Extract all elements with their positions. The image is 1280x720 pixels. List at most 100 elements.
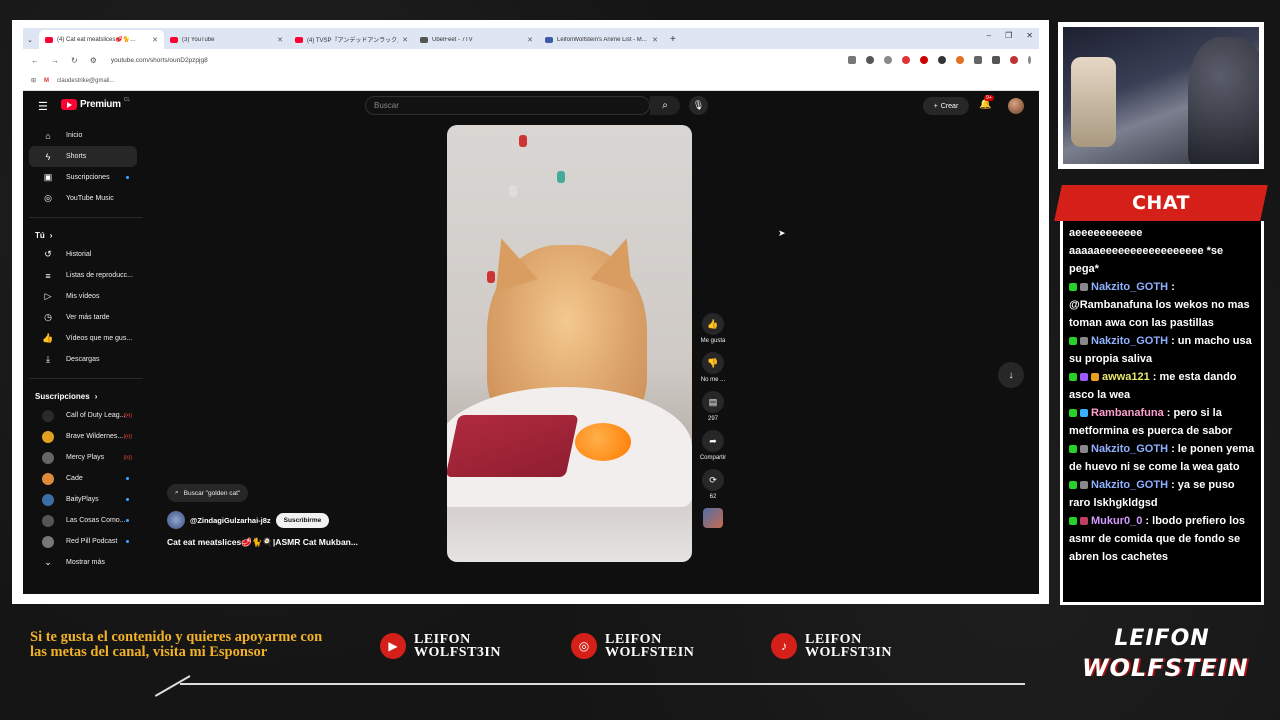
chat-username[interactable]: Nakzito_GOTH xyxy=(1091,335,1168,347)
chat-username[interactable]: Mukur0_0 xyxy=(1091,515,1142,527)
short-video-player[interactable] xyxy=(447,125,692,562)
tab-close-icon[interactable]: ✕ xyxy=(652,36,658,44)
extension-icon[interactable] xyxy=(956,56,964,64)
sidebar-item-you[interactable]: 👍 Vídeos que me gus... xyxy=(29,328,137,349)
subscription-item[interactable]: Cade xyxy=(29,468,137,489)
browser-tab[interactable]: LeifonWolfstein's Anime List - M... ✕ xyxy=(539,30,664,49)
extension-icon[interactable] xyxy=(938,56,946,64)
chat-badge-icon xyxy=(1080,445,1088,453)
extension-icon[interactable] xyxy=(902,56,910,64)
short-title[interactable]: Cat eat meatslices🥩🐈🍳|ASMR Cat Mukban... xyxy=(167,537,417,548)
extension-icon[interactable] xyxy=(884,56,892,64)
sidebar-item-you[interactable]: ≡ Listas de reproducc... xyxy=(29,265,137,286)
extension-icon[interactable] xyxy=(920,56,928,64)
reload-icon[interactable]: ↻ xyxy=(71,56,78,65)
show-more-button[interactable]: ⌄ Mostrar más xyxy=(29,552,137,573)
tab-close-icon[interactable]: ✕ xyxy=(277,36,283,44)
subscription-item[interactable]: Red Pill Podcast xyxy=(29,531,137,552)
chat-username[interactable]: Nakzito_GOTH xyxy=(1091,479,1168,491)
chat-message: Mukur0_0 : lbodo prefiero los asmr de co… xyxy=(1069,512,1255,566)
chat-username[interactable]: awwa121 xyxy=(1102,371,1150,383)
browser-tab[interactable]: (4) TVSP『アンデッドアンラック』[W... ✕ xyxy=(289,30,414,49)
cast-icon[interactable] xyxy=(848,56,856,64)
subscription-item[interactable]: Brave Wildernes... ((•)) xyxy=(29,426,137,447)
social-link[interactable]: ▶ LEIFON WOLFST3IN xyxy=(380,633,501,660)
new-tab-button[interactable]: + xyxy=(670,30,676,49)
puzzle-icon[interactable] xyxy=(974,56,982,64)
notifications-button[interactable]: 🔔 9+ xyxy=(979,95,994,110)
browser-tab[interactable]: (3) YouTube ✕ xyxy=(164,30,289,49)
channel-avatar[interactable] xyxy=(167,511,185,529)
subscription-item[interactable]: Call of Duty Leag... ((•)) xyxy=(29,405,137,426)
close-window-icon[interactable]: ✕ xyxy=(1026,31,1033,40)
action-remix: ⟳ 62 xyxy=(702,469,724,500)
menu-dots-icon[interactable] xyxy=(1028,56,1031,64)
sidebar-item-you[interactable]: ↺ Historial xyxy=(29,244,137,265)
browser-tab[interactable]: ÜbelFeet - 7TV ✕ xyxy=(414,30,539,49)
sidebar-item-you[interactable]: ▷ Mis vídeos xyxy=(29,286,137,307)
toy-figure xyxy=(519,135,527,147)
subscription-item[interactable]: Las Cosas Como... xyxy=(29,510,137,531)
next-short-button[interactable]: ↓ xyxy=(998,362,1024,388)
chat-badge-icon xyxy=(1080,337,1088,345)
dislike-button[interactable]: 👎 xyxy=(702,352,724,374)
subscription-item[interactable]: BaityPlays xyxy=(29,489,137,510)
voice-search-button[interactable]: 🎙 xyxy=(689,96,708,115)
share-button[interactable]: ➦ xyxy=(702,430,724,452)
bookmark-star-icon[interactable] xyxy=(866,56,874,64)
channel-avatar xyxy=(42,514,54,527)
comment-button[interactable]: ▤ xyxy=(702,391,724,413)
extension-icon[interactable] xyxy=(992,56,1000,64)
sidebar-item-label: Inicio xyxy=(66,132,83,139)
plus-icon: + xyxy=(933,102,938,110)
search-button[interactable]: ⌕ xyxy=(650,96,680,115)
chat-username[interactable]: Nakzito_GOTH xyxy=(1091,281,1168,293)
subscriptions-section-title[interactable]: Suscripciones › xyxy=(23,387,143,405)
remix-button[interactable]: ⟳ xyxy=(702,469,724,491)
browser-tab[interactable]: (4) Cat eat meatslices🥩🐈... ✕ xyxy=(39,30,164,49)
tab-close-icon[interactable]: ✕ xyxy=(152,36,158,44)
social-link[interactable]: ◎ LEIFON WOLFSTEIN xyxy=(571,633,694,660)
chat-username[interactable]: Rambanafuna xyxy=(1091,407,1164,419)
chat-badge-icon xyxy=(1069,409,1077,417)
sound-thumbnail[interactable] xyxy=(703,508,723,528)
sidebar-item-inicio[interactable]: ⌂ Inicio xyxy=(29,125,137,146)
url-field[interactable]: youtube.com/shorts/ounD2pzpjg8 xyxy=(111,57,836,64)
channel-name[interactable]: @ZindagiGulzarhai-j8z xyxy=(190,516,271,525)
bookmark-gmail[interactable]: claudestrike@gmail... xyxy=(57,78,114,84)
avatar[interactable] xyxy=(1008,98,1024,114)
site-info-icon[interactable]: ⚙ xyxy=(90,56,97,65)
tab-search-icon[interactable]: ⌄ xyxy=(27,30,39,49)
sound-source xyxy=(703,508,723,528)
sidebar-item-youtube-music[interactable]: ◎ YouTube Music xyxy=(29,188,137,209)
social-link[interactable]: ♪ LEIFON WOLFST3IN xyxy=(771,633,892,660)
you-section-title[interactable]: Tú › xyxy=(23,226,143,244)
tab-close-icon[interactable]: ✕ xyxy=(402,36,408,44)
tab-close-icon[interactable]: ✕ xyxy=(527,36,533,44)
youtube-logo[interactable]: Premium CL xyxy=(61,97,130,110)
sidebar-item-suscripciones[interactable]: ▣ Suscripciones xyxy=(29,167,137,188)
sidebar-item-label: Suscripciones xyxy=(66,174,110,181)
subscription-label: Call of Duty Leag... xyxy=(66,412,126,419)
sidebar-item-shorts[interactable]: ϟ Shorts xyxy=(29,146,137,167)
back-icon[interactable]: ← xyxy=(31,56,39,65)
related-search-chip[interactable]: ⌕ Buscar "golden cat" xyxy=(167,484,249,502)
profile-icon[interactable] xyxy=(1010,56,1018,64)
chat-message: Nakzito_GOTH : un macho usa su propia sa… xyxy=(1069,332,1255,368)
home-icon: ⌂ xyxy=(45,130,51,141)
create-button[interactable]: + Crear xyxy=(923,97,969,115)
bottom-divider xyxy=(180,683,1025,685)
restore-icon[interactable]: ❐ xyxy=(1005,31,1012,40)
apps-icon[interactable]: ⊞ xyxy=(31,77,36,84)
chat-username[interactable]: Nakzito_GOTH xyxy=(1091,443,1168,455)
minimize-icon[interactable]: – xyxy=(987,31,991,40)
forward-icon[interactable]: → xyxy=(51,56,59,65)
menu-icon[interactable]: ☰ xyxy=(38,100,48,113)
like-button[interactable]: 👍 xyxy=(702,313,724,335)
sidebar-item-you[interactable]: ⤓ Descargas xyxy=(29,349,137,370)
sidebar-item-you[interactable]: ◷ Ver más tarde xyxy=(29,307,137,328)
chat-badge-icon xyxy=(1069,481,1077,489)
subscription-item[interactable]: Mercy Plays ((•)) xyxy=(29,447,137,468)
search-input[interactable]: Buscar xyxy=(365,96,650,115)
subscribe-button[interactable]: Suscribirme xyxy=(275,512,330,528)
